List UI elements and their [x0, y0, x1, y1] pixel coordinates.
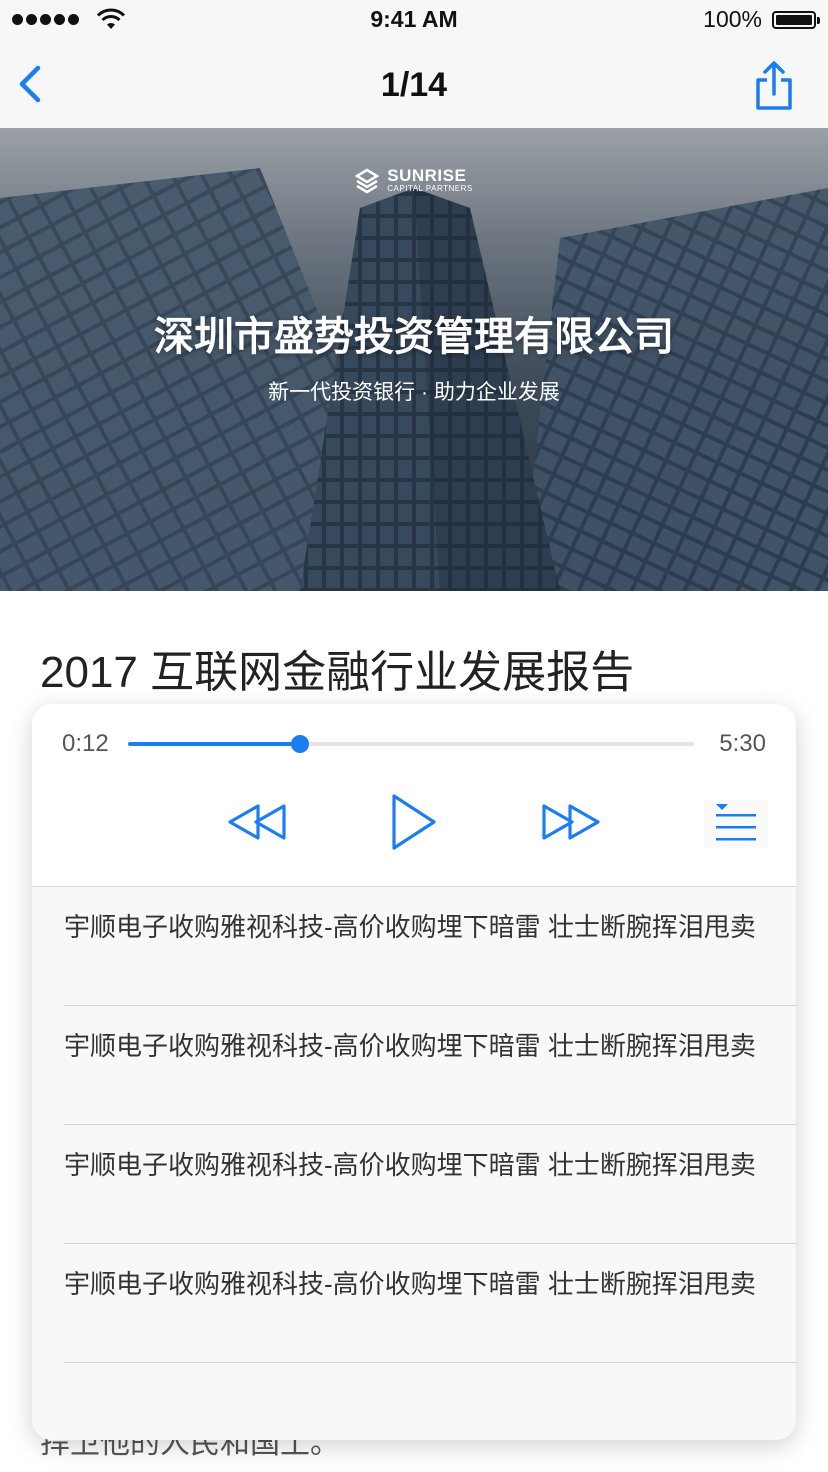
playlist-item-title: 宇顺电子收购雅视科技-高价收购埋下暗雷 壮士断腕挥泪甩卖 [64, 1031, 756, 1061]
fast-forward-icon[interactable] [540, 792, 604, 852]
playlist-item-title: 宇顺电子收购雅视科技-高价收购埋下暗雷 壮士断腕挥泪甩卖 [64, 1269, 756, 1299]
page-counter: 1/14 [380, 66, 448, 104]
navigation-bar: 1/14 [0, 40, 828, 128]
article-title: 2017 互联网金融行业发展报告 [40, 648, 635, 697]
playlist-item-title: 宇顺电子收购雅视科技-高价收购埋下暗雷 壮士断腕挥泪甩卖 [64, 1150, 756, 1180]
battery-percentage: 100% [703, 6, 762, 32]
current-time: 0:12 [62, 730, 109, 757]
total-time: 5:30 [719, 730, 766, 757]
progress-fill [128, 742, 301, 746]
progress-thumb[interactable] [291, 735, 310, 753]
playlist-item[interactable]: 宇顺电子收购雅视科技-高价收购埋下暗雷 壮士断腕挥泪甩卖 [64, 1244, 796, 1363]
playlist-item[interactable]: 宇顺电子收购雅视科技-高价收购埋下暗雷 壮士断腕挥泪甩卖 [64, 1125, 796, 1244]
sunrise-logo-icon [355, 168, 380, 194]
player-controls: 0:12 5:30 [32, 704, 796, 886]
company-name: 深圳市盛势投资管理有限公司 [154, 315, 674, 359]
progress-slider[interactable] [128, 735, 694, 753]
brand-name: SUNRISE [387, 166, 467, 185]
battery-icon [772, 11, 820, 29]
playlist-icon[interactable] [704, 800, 768, 848]
brand-tagline: CAPITAL PARTNERS [387, 184, 473, 193]
company-slogan: 新一代投资银行 · 助力企业发展 [268, 381, 560, 404]
hero-banner: SUNRISE CAPITAL PARTNERS 深圳市盛势投资管理有限公司 新… [0, 128, 828, 591]
share-icon[interactable] [754, 60, 794, 112]
play-icon[interactable] [382, 792, 442, 852]
playlist-item[interactable]: 宇顺电子收购雅视科技-高价收购埋下暗雷 壮士断腕挥泪甩卖 [64, 1006, 796, 1125]
rewind-icon[interactable] [224, 792, 288, 852]
playlist-item[interactable]: 宇顺电子收购雅视科技-高价收购埋下暗雷 壮士断腕挥泪甩卖 [64, 887, 796, 1006]
brand-logo: SUNRISE CAPITAL PARTNERS [0, 166, 828, 194]
playlist: 宇顺电子收购雅视科技-高价收购埋下暗雷 壮士断腕挥泪甩卖 宇顺电子收购雅视科技-… [32, 886, 796, 1363]
playlist-item-title: 宇顺电子收购雅视科技-高价收购埋下暗雷 壮士断腕挥泪甩卖 [64, 912, 756, 942]
status-bar: 9:41 AM 100% [0, 0, 828, 40]
audio-player-panel: 0:12 5:30 宇顺电子收购雅视科技-高价收购埋下暗雷 壮士断腕挥泪甩卖 宇… [32, 704, 796, 1440]
